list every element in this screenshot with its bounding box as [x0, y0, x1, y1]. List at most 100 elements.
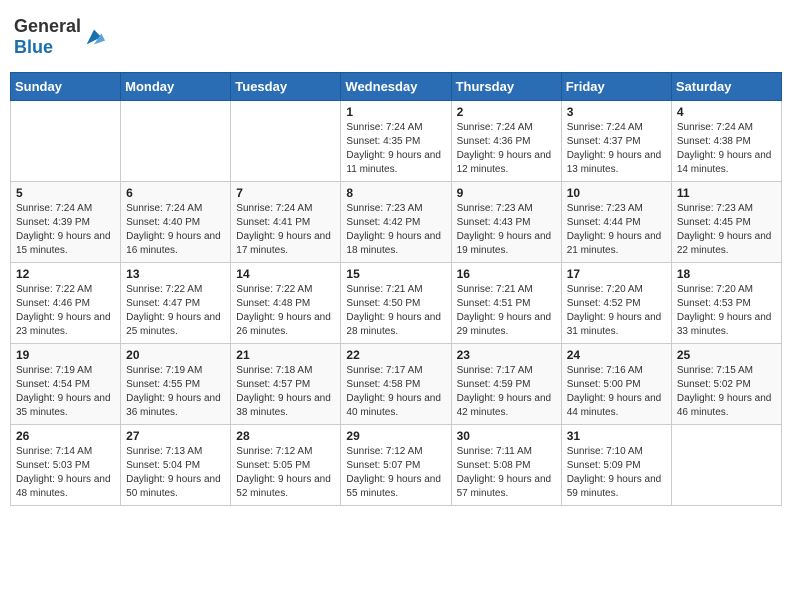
calendar-cell: 21 Sunrise: 7:18 AM Sunset: 4:57 PM Dayli…	[231, 344, 341, 425]
weekday-header: Sunday	[11, 73, 121, 101]
calendar-week-row: 19 Sunrise: 7:19 AM Sunset: 4:54 PM Dayli…	[11, 344, 782, 425]
day-info: Sunrise: 7:24 AM Sunset: 4:37 PM Dayligh…	[567, 121, 666, 177]
day-info: Sunrise: 7:24 AM Sunset: 4:36 PM Dayligh…	[457, 121, 556, 177]
calendar-cell: 12 Sunrise: 7:22 AM Sunset: 4:46 PM Dayli…	[11, 263, 121, 344]
calendar-cell	[231, 101, 341, 182]
calendar-cell: 30 Sunrise: 7:11 AM Sunset: 5:08 PM Dayli…	[451, 425, 561, 506]
calendar-cell: 8 Sunrise: 7:23 AM Sunset: 4:42 PM Daylig…	[341, 182, 451, 263]
calendar-cell: 14Sunrise: 7:22 AM Sunset: 4:48 PM Dayli…	[231, 263, 341, 344]
calendar-week-row: 26 Sunrise: 7:14 AM Sunset: 5:03 PM Dayli…	[11, 425, 782, 506]
day-info: Sunrise: 7:23 AM Sunset: 4:43 PM Dayligh…	[457, 202, 556, 258]
weekday-header: Saturday	[671, 73, 781, 101]
day-info: Sunrise: 7:24 AM Sunset: 4:38 PM Dayligh…	[677, 121, 776, 177]
calendar-cell: 13 Sunrise: 7:22 AM Sunset: 4:47 PM Dayli…	[121, 263, 231, 344]
calendar-cell: 26 Sunrise: 7:14 AM Sunset: 5:03 PM Dayli…	[11, 425, 121, 506]
logo-general: General	[14, 16, 81, 36]
weekday-header: Monday	[121, 73, 231, 101]
day-number: 9	[457, 186, 556, 200]
day-number: 1	[346, 105, 445, 119]
day-info: Sunrise: 7:19 AM Sunset: 4:55 PM Dayligh…	[126, 364, 225, 420]
weekday-header: Friday	[561, 73, 671, 101]
calendar-cell: 24 Sunrise: 7:16 AM Sunset: 5:00 PM Dayli…	[561, 344, 671, 425]
day-number: 15	[346, 267, 445, 281]
calendar-cell: 27Sunrise: 7:13 AM Sunset: 5:04 PM Dayli…	[121, 425, 231, 506]
logo: General Blue	[14, 16, 105, 58]
day-number: 31	[567, 429, 666, 443]
calendar-cell: 19 Sunrise: 7:19 AM Sunset: 4:54 PM Dayli…	[11, 344, 121, 425]
calendar-week-row: 5Sunrise: 7:24 AM Sunset: 4:39 PM Daylig…	[11, 182, 782, 263]
calendar-week-row: 12 Sunrise: 7:22 AM Sunset: 4:46 PM Dayli…	[11, 263, 782, 344]
day-number: 27	[126, 429, 225, 443]
day-info: Sunrise: 7:23 AM Sunset: 4:44 PM Dayligh…	[567, 202, 666, 258]
logo-icon	[83, 26, 105, 48]
day-number: 22	[346, 348, 445, 362]
day-number: 16	[457, 267, 556, 281]
calendar-week-row: 1 Sunrise: 7:24 AM Sunset: 4:35 PM Daylig…	[11, 101, 782, 182]
day-number: 23	[457, 348, 556, 362]
day-info: Sunrise: 7:20 AM Sunset: 4:53 PM Dayligh…	[677, 283, 776, 339]
day-info: Sunrise: 7:24 AM Sunset: 4:35 PM Dayligh…	[346, 121, 445, 177]
calendar-cell: 16 Sunrise: 7:21 AM Sunset: 4:51 PM Dayli…	[451, 263, 561, 344]
day-number: 19	[16, 348, 115, 362]
calendar-cell: 5Sunrise: 7:24 AM Sunset: 4:39 PM Daylig…	[11, 182, 121, 263]
calendar-cell: 29 Sunrise: 7:12 AM Sunset: 5:07 PM Dayli…	[341, 425, 451, 506]
calendar-cell: 23 Sunrise: 7:17 AM Sunset: 4:59 PM Dayli…	[451, 344, 561, 425]
calendar-cell: 3 Sunrise: 7:24 AM Sunset: 4:37 PM Daylig…	[561, 101, 671, 182]
day-info: Sunrise: 7:24 AM Sunset: 4:41 PM Dayligh…	[236, 202, 335, 258]
day-number: 7	[236, 186, 335, 200]
day-number: 17	[567, 267, 666, 281]
day-info: Sunrise: 7:18 AM Sunset: 4:57 PM Dayligh…	[236, 364, 335, 420]
day-info: Sunrise: 7:23 AM Sunset: 4:42 PM Dayligh…	[346, 202, 445, 258]
calendar-cell: 20 Sunrise: 7:19 AM Sunset: 4:55 PM Dayli…	[121, 344, 231, 425]
logo-blue: Blue	[14, 37, 53, 57]
day-number: 13	[126, 267, 225, 281]
calendar-cell: 11 Sunrise: 7:23 AM Sunset: 4:45 PM Dayli…	[671, 182, 781, 263]
calendar-cell	[671, 425, 781, 506]
day-number: 30	[457, 429, 556, 443]
day-info: Sunrise: 7:22 AM Sunset: 4:48 PM Dayligh…	[236, 283, 335, 339]
calendar-cell: 25Sunrise: 7:15 AM Sunset: 5:02 PM Dayli…	[671, 344, 781, 425]
day-info: Sunrise: 7:11 AM Sunset: 5:08 PM Dayligh…	[457, 445, 556, 501]
day-info: Sunrise: 7:22 AM Sunset: 4:47 PM Dayligh…	[126, 283, 225, 339]
day-number: 2	[457, 105, 556, 119]
weekday-header: Thursday	[451, 73, 561, 101]
day-info: Sunrise: 7:20 AM Sunset: 4:52 PM Dayligh…	[567, 283, 666, 339]
day-number: 26	[16, 429, 115, 443]
day-number: 20	[126, 348, 225, 362]
day-info: Sunrise: 7:19 AM Sunset: 4:54 PM Dayligh…	[16, 364, 115, 420]
day-number: 25	[677, 348, 776, 362]
day-info: Sunrise: 7:24 AM Sunset: 4:39 PM Dayligh…	[16, 202, 115, 258]
day-number: 3	[567, 105, 666, 119]
calendar-cell: 18 Sunrise: 7:20 AM Sunset: 4:53 PM Dayli…	[671, 263, 781, 344]
day-number: 18	[677, 267, 776, 281]
calendar-cell: 6Sunrise: 7:24 AM Sunset: 4:40 PM Daylig…	[121, 182, 231, 263]
day-info: Sunrise: 7:23 AM Sunset: 4:45 PM Dayligh…	[677, 202, 776, 258]
day-info: Sunrise: 7:22 AM Sunset: 4:46 PM Dayligh…	[16, 283, 115, 339]
day-info: Sunrise: 7:21 AM Sunset: 4:51 PM Dayligh…	[457, 283, 556, 339]
calendar-table: SundayMondayTuesdayWednesdayThursdayFrid…	[10, 72, 782, 506]
day-info: Sunrise: 7:12 AM Sunset: 5:05 PM Dayligh…	[236, 445, 335, 501]
weekday-header: Tuesday	[231, 73, 341, 101]
page-header: General Blue	[10, 10, 782, 64]
calendar-cell: 1 Sunrise: 7:24 AM Sunset: 4:35 PM Daylig…	[341, 101, 451, 182]
calendar-cell: 22Sunrise: 7:17 AM Sunset: 4:58 PM Dayli…	[341, 344, 451, 425]
calendar-cell: 4Sunrise: 7:24 AM Sunset: 4:38 PM Daylig…	[671, 101, 781, 182]
day-number: 28	[236, 429, 335, 443]
day-number: 24	[567, 348, 666, 362]
calendar-cell: 2 Sunrise: 7:24 AM Sunset: 4:36 PM Daylig…	[451, 101, 561, 182]
day-number: 11	[677, 186, 776, 200]
day-info: Sunrise: 7:16 AM Sunset: 5:00 PM Dayligh…	[567, 364, 666, 420]
day-number: 12	[16, 267, 115, 281]
day-number: 29	[346, 429, 445, 443]
calendar-cell: 7 Sunrise: 7:24 AM Sunset: 4:41 PM Daylig…	[231, 182, 341, 263]
calendar-cell: 9 Sunrise: 7:23 AM Sunset: 4:43 PM Daylig…	[451, 182, 561, 263]
day-info: Sunrise: 7:21 AM Sunset: 4:50 PM Dayligh…	[346, 283, 445, 339]
day-number: 10	[567, 186, 666, 200]
day-info: Sunrise: 7:17 AM Sunset: 4:59 PM Dayligh…	[457, 364, 556, 420]
day-number: 6	[126, 186, 225, 200]
day-number: 8	[346, 186, 445, 200]
day-info: Sunrise: 7:10 AM Sunset: 5:09 PM Dayligh…	[567, 445, 666, 501]
day-info: Sunrise: 7:14 AM Sunset: 5:03 PM Dayligh…	[16, 445, 115, 501]
day-number: 21	[236, 348, 335, 362]
day-info: Sunrise: 7:12 AM Sunset: 5:07 PM Dayligh…	[346, 445, 445, 501]
